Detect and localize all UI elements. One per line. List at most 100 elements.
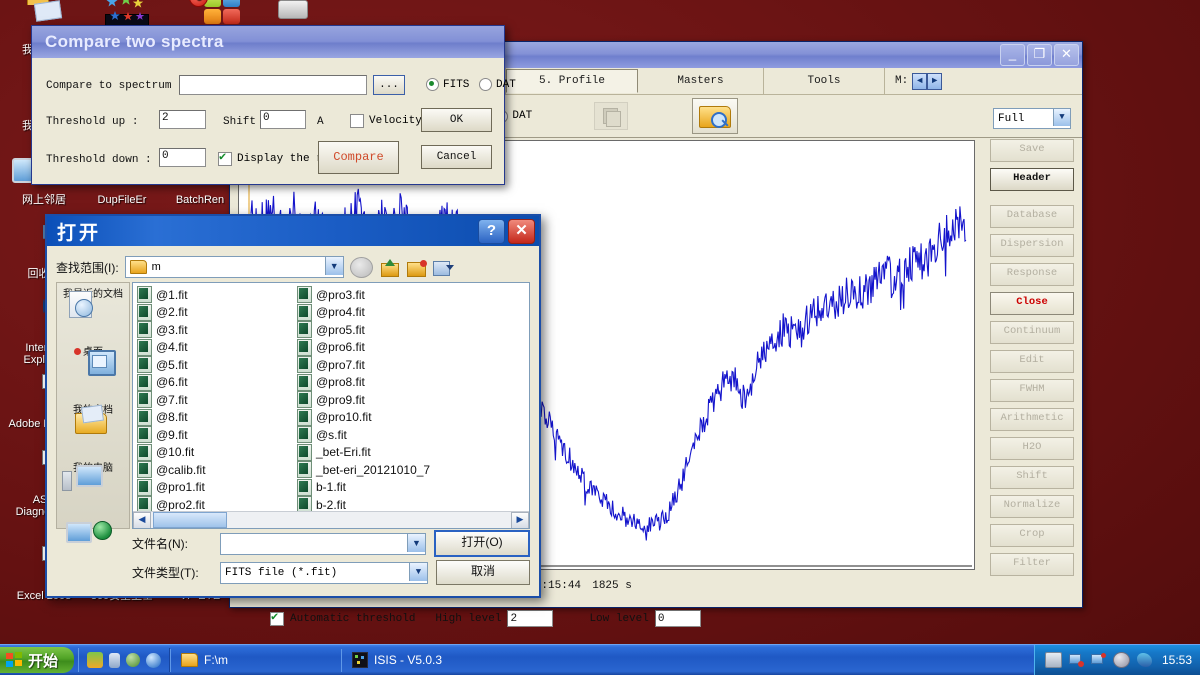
file-list-item[interactable]: @8.fit bbox=[137, 409, 297, 427]
file-list-item[interactable]: _bet-eri_20121010_7 bbox=[297, 461, 457, 479]
scrollbar-thumb[interactable] bbox=[153, 512, 227, 528]
chevron-down-icon[interactable]: ▼ bbox=[407, 534, 425, 552]
file-list-item[interactable]: b-1.fit bbox=[297, 479, 457, 497]
file-list-item[interactable]: @pro10.fit bbox=[297, 409, 457, 427]
file-list-item[interactable]: @pro3.fit bbox=[297, 286, 457, 304]
scroll-right-icon[interactable]: ▶ bbox=[511, 512, 529, 529]
file-list-item[interactable]: @3.fit bbox=[137, 321, 297, 339]
file-list-item[interactable]: @6.fit bbox=[137, 374, 297, 392]
open-dialog-titlebar[interactable]: 打开 ? ✕ bbox=[47, 216, 539, 246]
file-list-item[interactable]: @5.fit bbox=[137, 356, 297, 374]
side-button-shift[interactable]: Shift bbox=[990, 466, 1074, 489]
place-my-documents[interactable]: 我的文档 bbox=[57, 399, 129, 457]
back-icon[interactable] bbox=[350, 257, 373, 278]
file-list-item[interactable]: @7.fit bbox=[137, 391, 297, 409]
cancel-button[interactable]: 取消 bbox=[436, 560, 530, 585]
volume-icon[interactable] bbox=[1113, 652, 1130, 668]
compare-button[interactable]: Compare bbox=[318, 141, 399, 174]
low-level-input[interactable]: 0 bbox=[655, 610, 701, 627]
keyboard-icon[interactable] bbox=[1045, 652, 1062, 668]
file-list-item[interactable]: @pro4.fit bbox=[297, 304, 457, 322]
file-list-item[interactable]: @pro5.fit bbox=[297, 321, 457, 339]
tab-tools[interactable]: Tools bbox=[764, 68, 885, 94]
chevron-down-icon[interactable]: ▼ bbox=[325, 257, 343, 275]
velocity-checkbox-row[interactable]: Velocity bbox=[350, 114, 422, 128]
tab-scroll-spinner[interactable]: ◄ ► bbox=[912, 73, 942, 90]
clock[interactable]: 15:53 bbox=[1162, 653, 1192, 667]
side-button-dispersion[interactable]: Dispersion bbox=[990, 234, 1074, 257]
minimize-button[interactable]: _ bbox=[1000, 44, 1025, 66]
look-in-combo[interactable]: m ▼ bbox=[125, 256, 344, 278]
velocity-checkbox[interactable] bbox=[350, 114, 364, 128]
compare-format-fits-radio[interactable]: FITS bbox=[426, 78, 469, 91]
ok-button[interactable]: OK bbox=[421, 108, 492, 132]
place-desktop[interactable]: 桌面 bbox=[57, 341, 129, 399]
side-button-header[interactable]: Header bbox=[990, 168, 1074, 191]
internet-explorer-icon[interactable] bbox=[146, 653, 161, 668]
360-tray-icon[interactable] bbox=[87, 652, 103, 668]
file-list[interactable]: @1.fit@2.fit@3.fit@4.fit@5.fit@6.fit@7.f… bbox=[132, 282, 530, 529]
chevron-down-icon[interactable]: ▼ bbox=[409, 563, 427, 581]
high-level-input[interactable]: 2 bbox=[507, 610, 553, 627]
threshold-up-input[interactable]: 2 bbox=[159, 110, 206, 129]
tab-masters[interactable]: Masters bbox=[638, 68, 764, 94]
filename-input[interactable]: ▼ bbox=[220, 533, 426, 555]
open-folder-search-icon[interactable] bbox=[692, 98, 738, 134]
threshold-down-input[interactable]: 0 bbox=[159, 148, 206, 167]
compare-format-dat-radio[interactable]: DAT bbox=[479, 78, 516, 91]
file-list-item[interactable]: @pro6.fit bbox=[297, 339, 457, 357]
side-button-response[interactable]: Response bbox=[990, 263, 1074, 286]
compare-to-input[interactable] bbox=[179, 75, 367, 95]
chevron-down-icon[interactable]: ▼ bbox=[1053, 109, 1070, 126]
side-button-edit[interactable]: Edit bbox=[990, 350, 1074, 373]
side-button-arithmetic[interactable]: Arithmetic bbox=[990, 408, 1074, 431]
view-mode-select[interactable]: Full ▼ bbox=[993, 108, 1071, 129]
open-button[interactable]: 打开(O) bbox=[434, 530, 530, 557]
chevron-left-icon[interactable]: ◄ bbox=[912, 73, 927, 90]
display-ratio-checkbox[interactable] bbox=[218, 152, 232, 166]
shift-input[interactable]: 0 bbox=[260, 110, 306, 129]
automatic-threshold-checkbox[interactable] bbox=[270, 612, 284, 626]
file-list-item[interactable]: @4.fit bbox=[137, 339, 297, 357]
close-button[interactable]: ✕ bbox=[1054, 44, 1079, 66]
place-my-computer[interactable]: 我的电脑 bbox=[57, 457, 129, 515]
browser-icon[interactable] bbox=[126, 653, 140, 667]
side-button-fwhm[interactable]: FWHM bbox=[990, 379, 1074, 402]
side-button-close[interactable]: Close bbox=[990, 292, 1074, 315]
copy-icon[interactable] bbox=[594, 102, 628, 130]
file-list-item[interactable]: @pro9.fit bbox=[297, 391, 457, 409]
file-list-item[interactable]: @s.fit bbox=[297, 426, 457, 444]
file-list-item[interactable]: @pro7.fit bbox=[297, 356, 457, 374]
file-list-hscrollbar[interactable]: ◀ ▶ bbox=[133, 511, 529, 528]
place-network-places[interactable] bbox=[57, 515, 129, 573]
butterfly-icon[interactable] bbox=[1137, 653, 1152, 667]
side-button-h2o[interactable]: H2O bbox=[990, 437, 1074, 460]
up-one-level-icon[interactable] bbox=[379, 258, 400, 277]
file-list-item[interactable]: @calib.fit bbox=[137, 461, 297, 479]
network-disconnected-icon[interactable] bbox=[1069, 653, 1084, 667]
network-activity-icon[interactable] bbox=[1091, 653, 1106, 667]
help-button[interactable]: ? bbox=[478, 219, 505, 244]
file-list-item[interactable]: @10.fit bbox=[137, 444, 297, 462]
scroll-left-icon[interactable]: ◀ bbox=[133, 512, 151, 529]
taskbar-item-explorer[interactable]: F:\m bbox=[170, 649, 341, 672]
taskbar-item-isis[interactable]: ISIS - V5.0.3 bbox=[341, 649, 522, 672]
side-button-database[interactable]: Database bbox=[990, 205, 1074, 228]
side-button-continuum[interactable]: Continuum bbox=[990, 321, 1074, 344]
side-button-filter[interactable]: Filter bbox=[990, 553, 1074, 576]
file-list-item[interactable]: @1.fit bbox=[137, 286, 297, 304]
file-list-item[interactable]: @2.fit bbox=[137, 304, 297, 322]
side-button-crop[interactable]: Crop bbox=[990, 524, 1074, 547]
place-recent-documents[interactable]: 我最近的文档 bbox=[57, 283, 129, 341]
side-button-save[interactable]: Save bbox=[990, 139, 1074, 162]
chevron-right-icon[interactable]: ► bbox=[927, 73, 942, 90]
views-icon[interactable] bbox=[433, 258, 454, 277]
media-player-icon[interactable] bbox=[109, 653, 120, 668]
start-button[interactable]: 开始 bbox=[0, 647, 74, 673]
filetype-select[interactable]: FITS file (*.fit) ▼ bbox=[220, 562, 428, 584]
file-list-item[interactable]: _bet-Eri.fit bbox=[297, 444, 457, 462]
compare-dialog-titlebar[interactable]: Compare two spectra bbox=[32, 26, 504, 58]
file-list-item[interactable]: @9.fit bbox=[137, 426, 297, 444]
tab-profile[interactable]: 5. Profile bbox=[506, 69, 638, 93]
close-icon[interactable]: ✕ bbox=[508, 219, 535, 244]
